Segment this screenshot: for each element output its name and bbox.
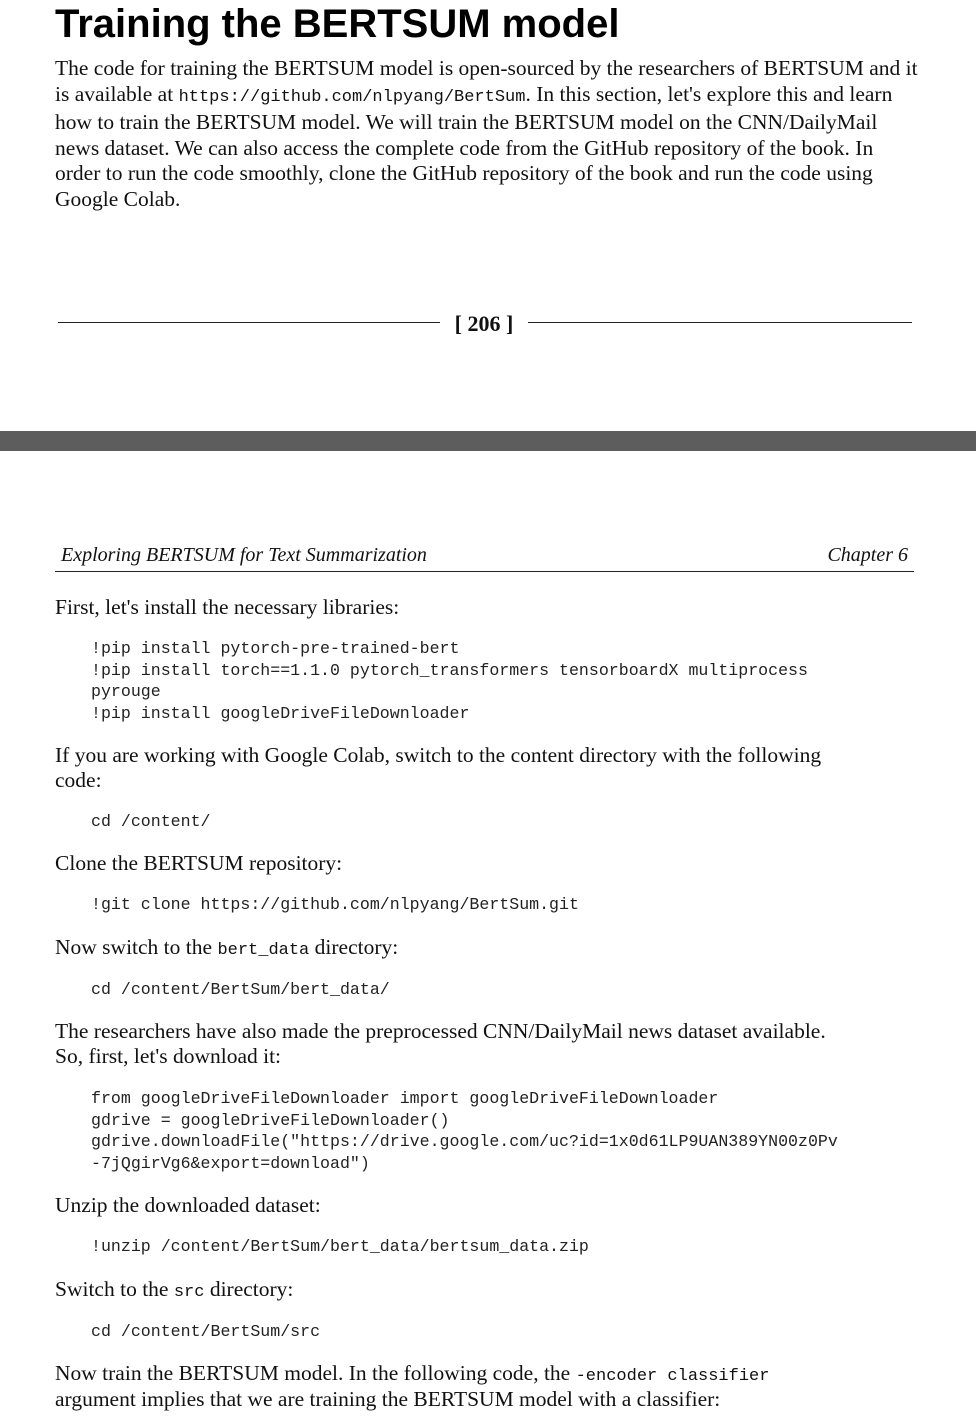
paragraph-train-line1: Now train the BERTSUM model. In the foll… xyxy=(55,1361,925,1390)
paragraph-dataset-line1: The researchers have also made the prepr… xyxy=(55,1019,826,1043)
paragraph-install: First, let's install the necessary libra… xyxy=(55,595,400,619)
code-block-cd-content: cd /content/ xyxy=(91,812,211,831)
paragraph-switch-bertdata: Now switch to the bert_data directory: xyxy=(55,935,925,964)
inline-code-bert-data: bert_data xyxy=(217,941,310,960)
paragraph-colab-line2: code: xyxy=(55,768,102,792)
code-block-unzip: !unzip /content/BertSum/bert_data/bertsu… xyxy=(91,1237,589,1256)
footer-rule-right xyxy=(528,322,912,323)
paragraph-train-line2: argument implies that we are training th… xyxy=(55,1387,721,1411)
page-number: [ 206 ] xyxy=(454,311,514,336)
section-heading: Training the BERTSUM model xyxy=(55,2,620,46)
code-block-clone: !git clone https://github.com/nlpyang/Be… xyxy=(91,895,579,914)
switch-text-end: directory: xyxy=(309,935,399,959)
code-block-download: from googleDriveFileDownloader import go… xyxy=(91,1089,838,1174)
paragraph-dataset-line2: So, first, let's download it: xyxy=(55,1044,282,1068)
running-header-title: Exploring BERTSUM for Text Summarization xyxy=(61,544,427,566)
code-block-cd-bertdata: cd /content/BertSum/bert_data/ xyxy=(91,980,390,999)
bertsum-github-url: https://github.com/nlpyang/BertSum xyxy=(178,87,526,107)
paragraph-unzip: Unzip the downloaded dataset: xyxy=(55,1193,321,1217)
train-text-start: Now train the BERTSUM model. In the foll… xyxy=(55,1361,576,1385)
switch-text-start: Now switch to the xyxy=(55,935,218,959)
running-header-rule xyxy=(55,571,914,572)
inline-code-src: src xyxy=(173,1283,205,1302)
code-block-cd-src: cd /content/BertSum/src xyxy=(91,1322,321,1341)
page-break-separator xyxy=(0,431,976,451)
code-block-install: !pip install pytorch-pre-trained-bert !p… xyxy=(91,639,808,724)
paragraph-clone: Clone the BERTSUM repository: xyxy=(55,851,343,875)
footer-rule-left xyxy=(58,322,440,323)
running-header-chapter: Chapter 6 xyxy=(827,544,908,566)
inline-code-encoder-classifier: -encoder classifier xyxy=(575,1367,770,1386)
paragraph-colab-line1: If you are working with Google Colab, sw… xyxy=(55,743,822,767)
src-text-end: directory: xyxy=(204,1277,294,1301)
paragraph-switch-src: Switch to the src directory: xyxy=(55,1277,925,1306)
intro-paragraph: The code for training the BERTSUM model … xyxy=(55,56,920,212)
src-text-start: Switch to the xyxy=(55,1277,174,1301)
